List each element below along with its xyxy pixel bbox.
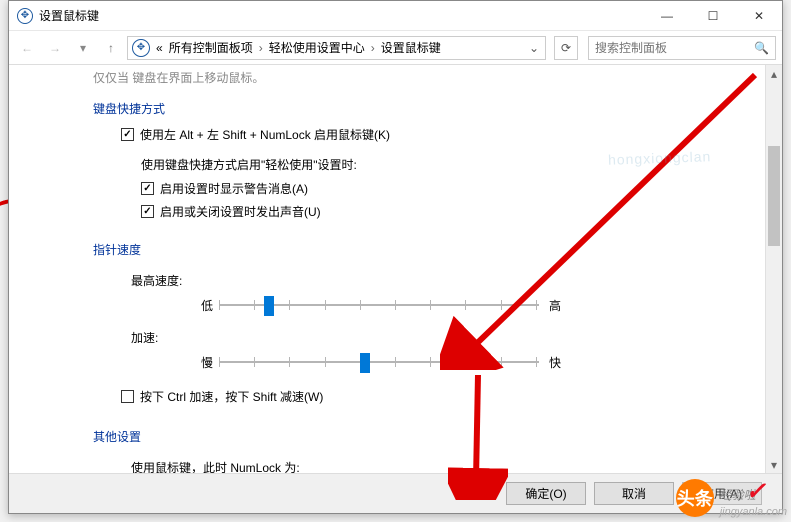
checkbox-label: 使用左 Alt + 左 Shift + NumLock 启用鼠标键(K) [140,126,390,143]
checkbox-row: 使用左 Alt + 左 Shift + NumLock 启用鼠标键(K) [9,123,764,146]
breadcrumb[interactable]: ✥ « 所有控制面板项 › 轻松使用设置中心 › 设置鼠标键 ⌄ [127,36,546,60]
scroll-up-button[interactable]: ▴ [766,65,782,82]
checkbox-sound[interactable] [141,205,154,218]
accel-slider[interactable] [219,352,539,372]
forward-button[interactable]: → [43,36,67,60]
checkbox-label: 按下 Ctrl 加速，按下 Shift 减速(W) [140,388,323,405]
breadcrumb-item[interactable]: 所有控制面板项 [167,39,255,56]
checkbox-ctrl-shift[interactable] [121,390,134,403]
apply-button[interactable]: 应用(A) [682,482,762,505]
search-input[interactable] [595,41,754,55]
app-icon: ✥ [17,8,33,24]
breadcrumb-item[interactable]: 轻松使用设置中心 [267,39,367,56]
checkbox-label: 启用或关闭设置时发出声音(U) [160,203,321,220]
scroll-area: 仅仅当 键盘在界面上移动鼠标。 键盘快捷方式 使用左 Alt + 左 Shift… [9,65,764,473]
section-heading-pointer: 指针速度 [9,235,764,264]
scroll-down-button[interactable]: ▾ [766,456,782,473]
scrollbar-thumb[interactable] [768,146,780,246]
slider-row-accel: 慢 快 [9,348,764,378]
cancel-button[interactable]: 取消 [594,482,674,505]
window-title: 设置鼠标键 [39,7,644,24]
window: ✥ 设置鼠标键 — ☐ ✕ ← → ▾ ↑ ✥ « 所有控制面板项 › 轻松使用… [8,0,783,514]
content-area: 仅仅当 键盘在界面上移动鼠标。 键盘快捷方式 使用左 Alt + 左 Shift… [9,65,782,473]
truncated-text: 仅仅当 键盘在界面上移动鼠标。 [9,65,764,94]
vertical-scrollbar[interactable]: ▴ ▾ [765,65,782,473]
slider-low-label: 低 [189,297,219,314]
slider-thumb[interactable] [360,353,370,373]
slider-low-label: 慢 [189,354,219,371]
checkbox-enable-mousekeys[interactable] [121,128,134,141]
up-button[interactable]: ↑ [99,36,123,60]
chevron-right-icon[interactable]: › [369,41,377,55]
scrollbar-track[interactable] [766,82,782,456]
navbar: ← → ▾ ↑ ✥ « 所有控制面板项 › 轻松使用设置中心 › 设置鼠标键 ⌄… [9,31,782,65]
maximize-button[interactable]: ☐ [690,1,736,30]
back-button[interactable]: ← [15,36,39,60]
minimize-button[interactable]: — [644,1,690,30]
checkbox-row: 启用或关闭设置时发出声音(U) [9,200,764,223]
slider-thumb[interactable] [264,296,274,316]
max-speed-slider[interactable] [219,295,539,315]
window-buttons: — ☐ ✕ [644,1,782,30]
titlebar: ✥ 设置鼠标键 — ☐ ✕ [9,1,782,31]
slider-track [219,361,539,363]
search-box[interactable]: 🔍 [588,36,776,60]
slider-high-label: 高 [539,297,561,314]
sub-intro: 使用键盘快捷方式启用"轻松使用"设置时: [9,146,764,177]
breadcrumb-item[interactable]: 设置鼠标键 [379,39,443,56]
recent-locations-button[interactable]: ▾ [71,36,95,60]
breadcrumb-prefix: « [154,41,165,55]
checkbox-row: 启用设置时显示警告消息(A) [9,177,764,200]
accel-label: 加速: [9,321,764,348]
ok-button[interactable]: 确定(O) [506,482,586,505]
location-icon: ✥ [132,39,150,57]
max-speed-label: 最高速度: [9,264,764,291]
search-icon[interactable]: 🔍 [754,41,769,55]
checkbox-row: 按下 Ctrl 加速，按下 Shift 减速(W) [9,378,764,408]
section-heading-keyboard: 键盘快捷方式 [9,94,764,123]
chevron-right-icon[interactable]: › [257,41,265,55]
refresh-button[interactable]: ⟳ [554,36,578,60]
close-button[interactable]: ✕ [736,1,782,30]
checkbox-warning[interactable] [141,182,154,195]
slider-high-label: 快 [539,354,561,371]
slider-row-max-speed: 低 高 [9,291,764,321]
breadcrumb-dropdown[interactable]: ⌄ [527,41,541,55]
section-heading-other: 其他设置 [9,422,764,451]
button-bar: 确定(O) 取消 应用(A) [9,473,782,513]
checkbox-label: 启用设置时显示警告消息(A) [160,180,308,197]
numlock-label: 使用鼠标键，此时 NumLock 为: [9,451,764,473]
